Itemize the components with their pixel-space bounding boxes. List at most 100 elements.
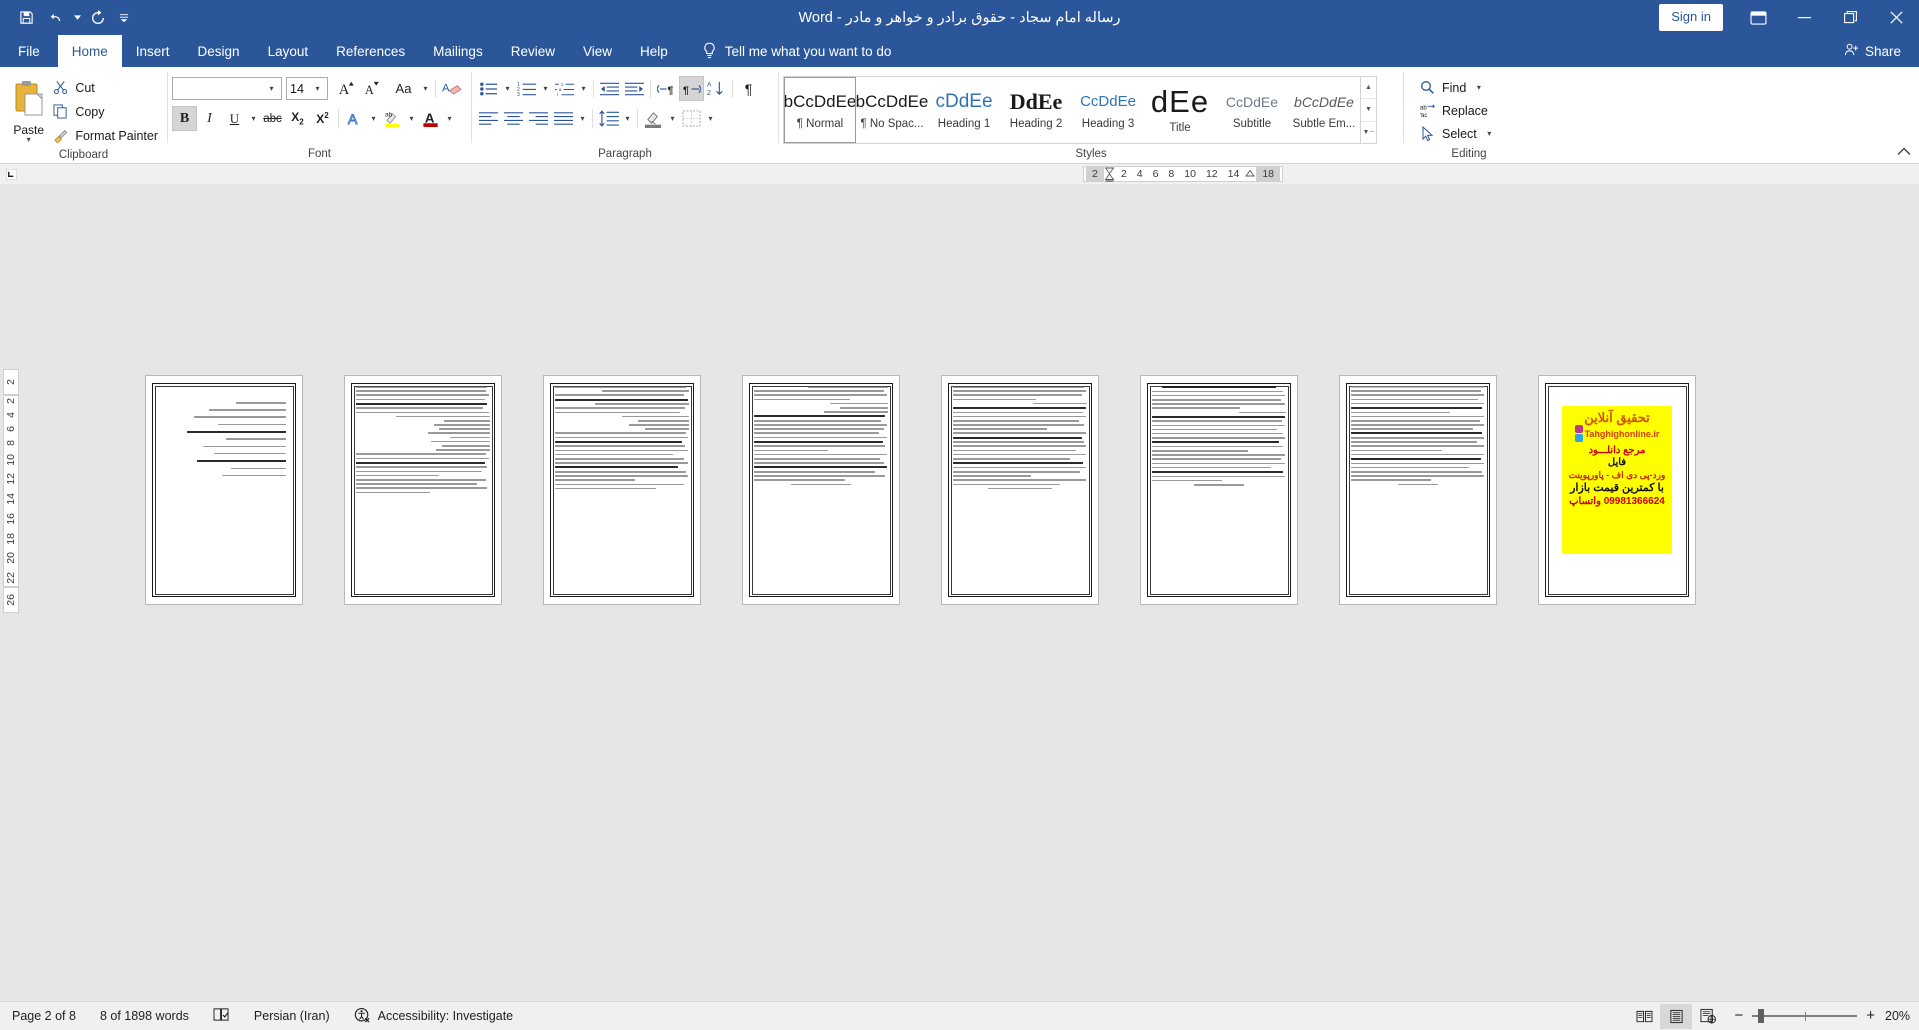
zoom-slider[interactable] bbox=[1752, 1009, 1858, 1023]
clear-formatting-icon[interactable]: A bbox=[439, 76, 464, 101]
vertical-ruler[interactable]: 2 2 4 6 8 10 12 14 16 18 20 22 26 bbox=[0, 184, 22, 1001]
tab-references[interactable]: References bbox=[322, 35, 419, 67]
style-heading-1[interactable]: cDdEe Heading 1 bbox=[928, 77, 1000, 143]
copy-button[interactable]: Copy bbox=[47, 100, 163, 123]
strikethrough-button[interactable]: abc bbox=[260, 106, 285, 131]
styles-gallery[interactable]: bCcDdEe ¶ Normal bCcDdEe ¶ No Spac... cD… bbox=[783, 76, 1377, 144]
shrink-font-icon[interactable]: A bbox=[359, 76, 384, 101]
document-page[interactable] bbox=[942, 376, 1098, 604]
change-case-chevron-down-icon[interactable]: ▾ bbox=[419, 84, 432, 93]
underline-chevron-down-icon[interactable]: ▾ bbox=[247, 114, 260, 123]
style-heading-2[interactable]: DdEe Heading 2 bbox=[1000, 77, 1072, 143]
tab-insert[interactable]: Insert bbox=[122, 35, 184, 67]
document-page-ad[interactable]: تحقیق آنلاین Tahghighonline.ir مرجع دانل… bbox=[1539, 376, 1695, 604]
tab-design[interactable]: Design bbox=[184, 35, 254, 67]
ltr-text-direction-icon[interactable]: ¶ bbox=[654, 76, 679, 101]
redo-icon[interactable] bbox=[84, 5, 112, 31]
tab-view[interactable]: View bbox=[569, 35, 626, 67]
first-line-indent-marker[interactable] bbox=[1244, 167, 1256, 181]
find-button[interactable]: Find ▾ bbox=[1414, 76, 1490, 99]
font-size-input[interactable]: 14 ▾ bbox=[286, 77, 328, 100]
line-spacing-icon[interactable] bbox=[596, 106, 621, 131]
word-count[interactable]: 8 of 1898 words bbox=[88, 1009, 201, 1023]
borders-icon[interactable] bbox=[679, 106, 704, 131]
document-page[interactable] bbox=[743, 376, 899, 604]
font-name-input[interactable]: ▾ bbox=[172, 77, 282, 100]
tab-stop-selector[interactable] bbox=[0, 164, 22, 184]
tab-mailings[interactable]: Mailings bbox=[419, 35, 497, 67]
tab-file[interactable]: File bbox=[0, 35, 58, 67]
change-case-button[interactable]: Aa bbox=[388, 76, 419, 101]
font-color-chevron-down-icon[interactable]: ▾ bbox=[443, 114, 456, 123]
font-name-chevron-down-icon[interactable]: ▾ bbox=[265, 84, 278, 93]
underline-button[interactable]: U bbox=[222, 106, 247, 131]
accessibility-status[interactable]: Accessibility: Investigate bbox=[342, 1007, 525, 1026]
horizontal-ruler[interactable]: 18 14 12 10 8 6 4 2 2 bbox=[1083, 166, 1283, 182]
find-chevron-down-icon[interactable]: ▾ bbox=[1472, 83, 1485, 92]
borders-chevron-down-icon[interactable]: ▾ bbox=[704, 114, 717, 123]
styles-scroll-up-icon[interactable]: ▲ bbox=[1361, 77, 1376, 100]
page-indicator[interactable]: Page 2 of 8 bbox=[0, 1009, 88, 1023]
select-chevron-down-icon[interactable]: ▾ bbox=[1483, 129, 1496, 138]
select-button[interactable]: Select ▾ bbox=[1414, 122, 1501, 145]
close-icon[interactable] bbox=[1873, 0, 1919, 35]
document-page[interactable] bbox=[146, 376, 302, 604]
share-button[interactable]: Share bbox=[1826, 35, 1919, 67]
numbering-icon[interactable]: 123 bbox=[514, 76, 539, 101]
customize-qat-icon[interactable] bbox=[114, 5, 134, 31]
style-no-spacing[interactable]: bCcDdEe ¶ No Spac... bbox=[856, 77, 928, 143]
document-page[interactable] bbox=[1141, 376, 1297, 604]
decrease-indent-icon[interactable] bbox=[597, 76, 622, 101]
bullets-chevron-down-icon[interactable]: ▾ bbox=[501, 84, 514, 93]
subscript-button[interactable]: X2 bbox=[285, 106, 310, 131]
increase-indent-icon[interactable] bbox=[622, 76, 647, 101]
ribbon-display-options-icon[interactable] bbox=[1735, 0, 1781, 35]
styles-more-icon[interactable]: ▼ ― bbox=[1361, 122, 1376, 143]
line-spacing-chevron-down-icon[interactable]: ▾ bbox=[621, 114, 634, 123]
undo-dropdown-icon[interactable] bbox=[72, 5, 82, 31]
sign-in-button[interactable]: Sign in bbox=[1659, 4, 1723, 31]
document-page[interactable] bbox=[544, 376, 700, 604]
save-icon[interactable] bbox=[12, 5, 40, 31]
zoom-out-button[interactable]: − bbox=[1734, 1008, 1743, 1023]
language-indicator[interactable]: Persian (Iran) bbox=[242, 1009, 342, 1023]
shading-icon[interactable] bbox=[641, 106, 666, 131]
italic-button[interactable]: I bbox=[197, 106, 222, 131]
paste-chevron-down-icon[interactable]: ▾ bbox=[27, 136, 31, 144]
text-effects-chevron-down-icon[interactable]: ▾ bbox=[367, 114, 380, 123]
view-read-mode[interactable] bbox=[1628, 1004, 1660, 1029]
tab-help[interactable]: Help bbox=[626, 35, 682, 67]
undo-icon[interactable] bbox=[42, 5, 70, 31]
align-left-icon[interactable] bbox=[476, 106, 501, 131]
style-subtitle[interactable]: CcDdEe Subtitle bbox=[1216, 77, 1288, 143]
document-page[interactable] bbox=[345, 376, 501, 604]
paste-button[interactable]: Paste ▾ bbox=[10, 76, 47, 144]
sort-icon[interactable]: AZ bbox=[704, 76, 729, 101]
collapse-ribbon-icon[interactable] bbox=[1897, 145, 1911, 159]
hanging-indent-marker[interactable] bbox=[1104, 167, 1116, 182]
styles-scroll-down-icon[interactable]: ▼ bbox=[1361, 99, 1376, 122]
tab-layout[interactable]: Layout bbox=[254, 35, 323, 67]
restore-icon[interactable] bbox=[1827, 0, 1873, 35]
multilevel-chevron-down-icon[interactable]: ▾ bbox=[577, 84, 590, 93]
justify-chevron-down-icon[interactable]: ▾ bbox=[576, 114, 589, 123]
tab-home[interactable]: Home bbox=[57, 35, 122, 67]
minimize-icon[interactable] bbox=[1781, 0, 1827, 35]
style-normal[interactable]: bCcDdEe ¶ Normal bbox=[784, 77, 856, 143]
style-heading-3[interactable]: CcDdEe Heading 3 bbox=[1072, 77, 1144, 143]
align-right-icon[interactable] bbox=[526, 106, 551, 131]
multilevel-list-icon[interactable]: 1ai bbox=[552, 76, 577, 101]
replace-button[interactable]: ab ac Replace bbox=[1414, 99, 1493, 122]
rtl-text-direction-icon[interactable]: ¶ bbox=[679, 76, 704, 101]
bullets-icon[interactable] bbox=[476, 76, 501, 101]
zoom-level-label[interactable]: 20% bbox=[1885, 1009, 1919, 1023]
styles-gallery-scrollbar[interactable]: ▲ ▼ ▼ ― bbox=[1360, 77, 1376, 143]
style-subtle-emphasis[interactable]: bCcDdEe Subtle Em... bbox=[1288, 77, 1360, 143]
proofing-status[interactable] bbox=[201, 1007, 242, 1025]
font-size-chevron-down-icon[interactable]: ▾ bbox=[311, 84, 324, 93]
shading-chevron-down-icon[interactable]: ▾ bbox=[666, 114, 679, 123]
zoom-slider-thumb[interactable] bbox=[1758, 1009, 1765, 1023]
highlight-chevron-down-icon[interactable]: ▾ bbox=[405, 114, 418, 123]
highlight-color-icon[interactable]: ab bbox=[380, 106, 405, 131]
view-web-layout[interactable] bbox=[1692, 1004, 1724, 1029]
